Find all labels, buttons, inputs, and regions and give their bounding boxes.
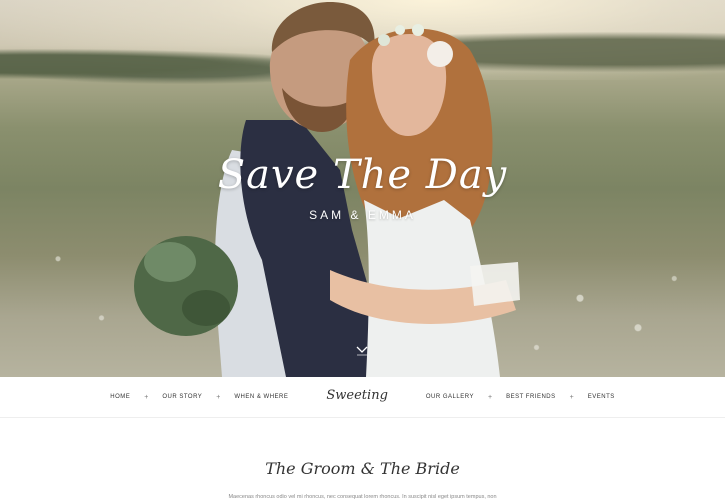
nav-item-home[interactable]: HOME [110, 394, 130, 400]
nav-item-when-where[interactable]: WHEN & WHERE [234, 394, 288, 400]
section-title: The Groom & The Bride [265, 459, 460, 478]
main-nav: HOME + OUR STORY + WHEN & WHERE Sweeting… [0, 377, 725, 418]
hero-title: Save The Day [217, 152, 508, 198]
nav-right-group: OUR GALLERY + BEST FRIENDS + EVENTS [426, 394, 615, 401]
nav-separator: + [144, 393, 149, 401]
nav-item-events[interactable]: EVENTS [588, 394, 615, 400]
nav-left-group: HOME + OUR STORY + WHEN & WHERE [110, 394, 288, 401]
nav-item-our-story[interactable]: OUR STORY [162, 394, 202, 400]
site-logo[interactable]: Sweeting [326, 388, 388, 403]
hero-subtitle: SAM & EMMA [309, 208, 416, 222]
nav-separator: + [569, 393, 574, 401]
hero-banner: Save The Day SAM & EMMA [0, 0, 725, 377]
nav-item-best-friends[interactable]: BEST FRIENDS [506, 394, 556, 400]
section-text: Maecenas rhoncus odio vel mi rhoncus, ne… [228, 494, 497, 500]
nav-separator: + [487, 393, 493, 401]
chevron-down-icon[interactable] [355, 343, 369, 357]
nav-separator: + [216, 393, 221, 401]
nav-item-our-gallery[interactable]: OUR GALLERY [426, 394, 474, 400]
